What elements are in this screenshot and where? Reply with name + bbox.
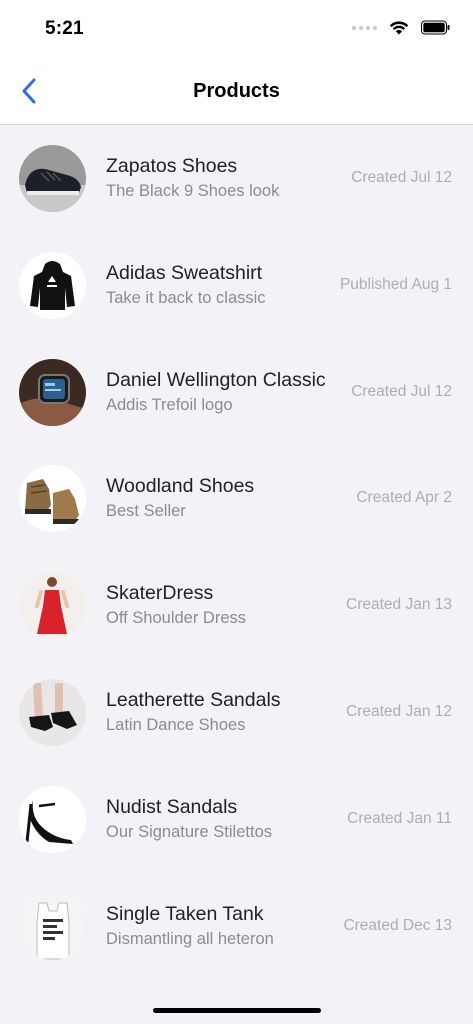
- product-date: Created Apr 2: [356, 489, 452, 507]
- product-date: Published Aug 1: [339, 275, 452, 293]
- list-item[interactable]: Single Taken Tank Dismantling all hetero…: [0, 873, 473, 980]
- product-date: Created Jan 13: [346, 596, 452, 614]
- product-image-watch: [19, 358, 86, 426]
- product-image-sandals: [19, 678, 86, 746]
- page-title: Products: [193, 80, 280, 102]
- product-date: Created Jul 12: [351, 169, 452, 186]
- product-subtitle: Our Signature Stilettos: [106, 822, 272, 841]
- navigation-bar: Products: [0, 60, 473, 125]
- list-item[interactable]: Woodland Shoes Best Seller Created Apr 2: [0, 445, 473, 552]
- product-title: Single Taken Tank: [106, 902, 264, 925]
- product-date: Created Jul 12: [351, 382, 452, 400]
- products-screen: 5:21 Products Zapatos Shoes The Black 9 …: [0, 0, 473, 1024]
- home-indicator[interactable]: [153, 1008, 321, 1013]
- product-date: Created Jan 11: [347, 809, 452, 827]
- product-image-boots: [19, 465, 86, 533]
- product-subtitle: The Black 9 Shoes look: [106, 182, 280, 200]
- product-title: Leatherette Sandals: [106, 688, 281, 711]
- product-title: Woodland Shoes: [106, 475, 255, 498]
- product-subtitle: Dismantling all heteron: [106, 929, 274, 948]
- list-item[interactable]: Zapatos Shoes The Black 9 Shoes look Cre…: [0, 125, 473, 232]
- product-title: Daniel Wellington Classic: [106, 368, 326, 391]
- status-icons: [352, 20, 451, 35]
- product-subtitle: Addis Trefoil logo: [106, 395, 233, 414]
- product-date: Created Jan 12: [346, 702, 452, 720]
- product-title: Zapatos Shoes: [106, 155, 238, 177]
- list-item[interactable]: Leatherette Sandals Latin Dance Shoes Cr…: [0, 659, 473, 766]
- product-title: Adidas Sweatshirt: [106, 261, 263, 284]
- list-item[interactable]: Nudist Sandals Our Signature Stilettos C…: [0, 766, 473, 873]
- status-time: 5:21: [45, 18, 84, 39]
- cellular-signal-icon: [352, 25, 377, 30]
- list-item[interactable]: Adidas Sweatshirt Take it back to classi…: [0, 232, 473, 339]
- product-subtitle: Take it back to classic: [106, 288, 266, 307]
- status-bar: 5:21: [0, 0, 473, 60]
- product-image-shoes: [19, 145, 86, 212]
- wifi-icon: [389, 21, 409, 35]
- product-title: SkaterDress: [106, 582, 214, 605]
- product-subtitle: Latin Dance Shoes: [106, 715, 246, 734]
- product-image-stilettos: [19, 785, 86, 853]
- battery-icon: [421, 20, 450, 35]
- product-subtitle: Best Seller: [106, 502, 186, 521]
- product-image-tank: [19, 892, 86, 960]
- list-item[interactable]: SkaterDress Off Shoulder Dress Created J…: [0, 552, 473, 659]
- product-image-dress: [19, 572, 86, 640]
- product-subtitle: Off Shoulder Dress: [106, 609, 247, 628]
- product-list: Zapatos Shoes The Black 9 Shoes look Cre…: [0, 125, 473, 979]
- product-image-sweatshirt: [19, 251, 86, 319]
- list-item[interactable]: Daniel Wellington Classic Addis Trefoil …: [0, 339, 473, 446]
- product-title: Nudist Sandals: [106, 795, 238, 818]
- product-date: Created Dec 13: [343, 916, 452, 934]
